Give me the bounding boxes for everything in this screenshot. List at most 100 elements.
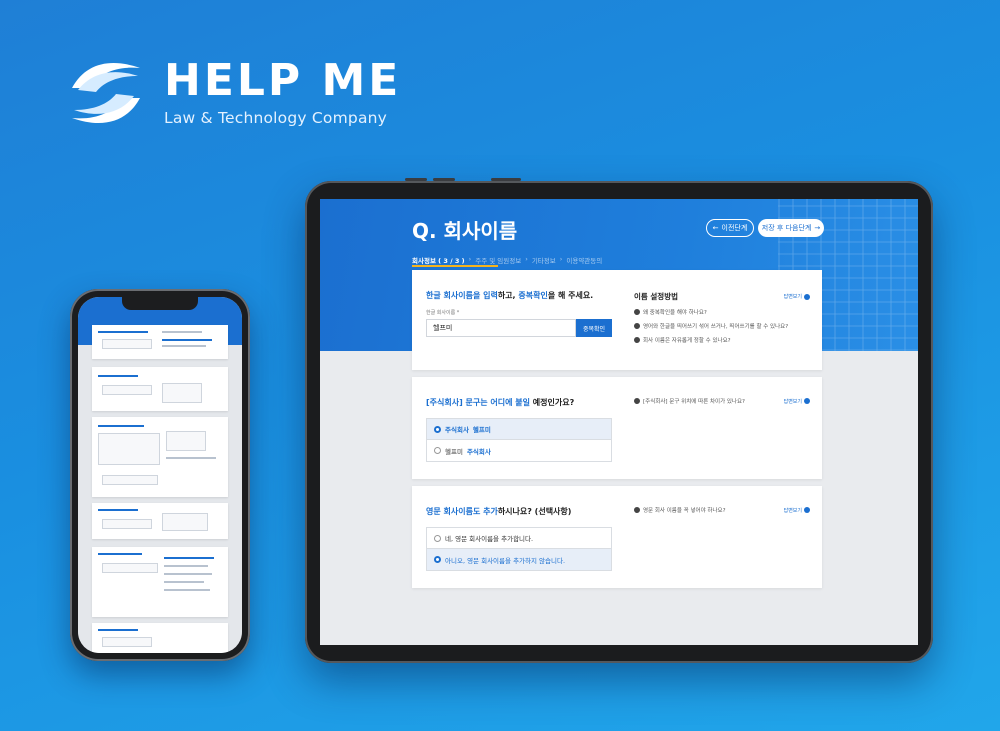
faq-text: 영문 회사 이름을 꼭 넣어야 하나요? [643, 508, 726, 514]
mini-placeholder-box [162, 383, 202, 403]
english-name-card: 영문 회사이름도 추가하시나요? (선택사항) 네, 영문 회사이름을 추가합니… [412, 486, 822, 588]
chevron-down-icon [804, 398, 810, 404]
option-text: 헬프미 [472, 426, 491, 434]
mini-placeholder-line [162, 331, 202, 333]
help-me-logo-icon [72, 62, 140, 124]
corp-position-card: [주식회사] 문구는 어디에 붙일 예정인가요? 주식회사 헬프미 헬프미 주식… [412, 377, 822, 479]
radio-icon [434, 447, 441, 454]
card-question: 영문 회사이름도 추가하시나요? (선택사항) [426, 506, 616, 517]
prev-step-button[interactable]: ← 이전단계 [706, 219, 754, 237]
mini-placeholder-box [102, 475, 158, 485]
question-highlight: 한글 회사이름을 입력 [426, 291, 498, 300]
option-suffix-corp[interactable]: 헬프미 주식회사 [426, 440, 612, 462]
radio-selected-icon [434, 425, 441, 433]
step-item[interactable]: 기타정보 [532, 255, 556, 265]
tablet-power-button [491, 178, 521, 181]
faq-item[interactable]: 영문 회사 이름을 꼭 넣어야 하나요? [634, 506, 726, 514]
step-current[interactable]: 회사정보 ( 3 / 3 ) [412, 255, 465, 265]
mini-card [92, 623, 228, 653]
option-highlight: 주식회사 [445, 426, 469, 434]
card-question: [주식회사] 문구는 어디에 붙일 예정인가요? [426, 397, 616, 408]
tablet-volume-button [433, 178, 455, 181]
chevron-down-icon [804, 507, 810, 513]
company-name-input[interactable] [426, 319, 576, 337]
radio-selected-icon [434, 556, 441, 563]
see-answer-link[interactable]: 답변보기 [784, 507, 810, 514]
mini-placeholder-line [164, 565, 208, 567]
mini-placeholder-line [98, 629, 138, 631]
tablet-volume-button [405, 178, 427, 181]
mini-placeholder-box [98, 433, 160, 465]
step-breadcrumb: 회사정보 ( 3 / 3 ) › 주주 및 임원정보 › 기타정보 › 이용약관… [412, 255, 602, 265]
mini-placeholder-box [102, 637, 152, 647]
faq-bullet-icon [634, 337, 640, 343]
phone-notch [122, 297, 198, 310]
step-item[interactable]: 주주 및 임원정보 [475, 255, 521, 265]
mini-placeholder-line [98, 553, 142, 555]
question-highlight: 중복확인 [518, 291, 548, 300]
mini-card [92, 547, 228, 617]
see-answer-label: 답변보기 [783, 507, 802, 514]
faq-bullet-icon [634, 309, 640, 315]
tablet-device: Q. 회사이름 ← 이전단계 저장 후 다음단계 → 회사정보 ( 3 / 3 … [305, 178, 933, 663]
card-question: 한글 회사이름을 입력하고, 중복확인을 해 주세요. [426, 290, 616, 301]
mini-placeholder-line [164, 589, 210, 591]
see-answer-label: 답변보기 [783, 398, 802, 405]
mini-placeholder-line [98, 425, 144, 427]
question-text: 하고, [497, 291, 519, 300]
duplicate-check-button[interactable]: 중복확인 [576, 319, 612, 337]
option-text: 아니오, 영문 회사이름을 추가하지 않습니다. [445, 556, 566, 565]
arrow-left-icon: ← [712, 224, 719, 232]
faq-item[interactable]: 영어와 한글을 띄어쓰기 섞어 쓰거나, 띄어쓰기를 할 수 있나요? [634, 322, 810, 330]
prev-step-label: 이전단계 [721, 224, 748, 232]
faq-item[interactable]: 왜 중복확인을 해야 하나요? [634, 308, 810, 316]
faq-text: 회사 이름은 자유롭게 정할 수 있나요? [643, 338, 731, 344]
option-highlight: 주식회사 [466, 447, 491, 456]
mini-placeholder-line [164, 581, 204, 583]
option-text: 헬프미 [445, 447, 463, 456]
mini-card [92, 325, 228, 359]
option-prefix-corp[interactable]: 주식회사 헬프미 [426, 418, 612, 440]
radio-icon [434, 534, 441, 542]
faq-bullet-icon [634, 507, 640, 513]
phone-device [70, 289, 250, 661]
option-add-english[interactable]: 네, 영문 회사이름을 추가합니다. [426, 527, 612, 549]
faq-item[interactable]: [주식회사] 문구 위치에 따른 차이가 있나요? [634, 397, 745, 405]
faq-bullet-icon [634, 398, 640, 404]
mini-placeholder-box [102, 385, 152, 395]
mini-placeholder-line [164, 557, 214, 559]
mini-card [92, 367, 228, 411]
mini-card [92, 503, 228, 539]
option-no-english[interactable]: 아니오, 영문 회사이름을 추가하지 않습니다. [426, 549, 612, 571]
option-text: 네, 영문 회사이름을 추가합니다. [445, 535, 534, 543]
see-answer-label: 답변보기 [783, 294, 802, 300]
mini-placeholder-box [102, 339, 152, 349]
see-answer-link[interactable]: 답변보기 [784, 398, 810, 405]
page-title: Q. 회사이름 [412, 219, 518, 243]
mini-placeholder-box [166, 431, 206, 451]
mini-placeholder-box [102, 519, 152, 529]
faq-text: [주식회사] 문구 위치에 따른 차이가 있나요? [643, 399, 745, 405]
save-next-label: 저장 후 다음단계 [761, 224, 812, 232]
mini-placeholder-line [98, 509, 138, 511]
step-item[interactable]: 이용약관동의 [566, 255, 602, 265]
question-text: 을 해 주세요. [547, 291, 594, 300]
brand: HELP ME Law & Technology Company [66, 58, 401, 128]
mini-placeholder-line [166, 457, 216, 459]
faq-item[interactable]: 회사 이름은 자유롭게 정할 수 있나요? [634, 336, 810, 344]
mini-card [92, 417, 228, 497]
help-title: 이름 설정방법 [634, 292, 679, 301]
brand-tagline: Law & Technology Company [164, 109, 388, 127]
mini-placeholder-line [164, 573, 212, 575]
mini-placeholder-line [98, 375, 138, 377]
step-progress-underline [412, 265, 498, 267]
save-next-button[interactable]: 저장 후 다음단계 → [758, 219, 824, 237]
mini-placeholder-line [162, 345, 206, 347]
chevron-right-icon: › [559, 255, 563, 263]
chevron-right-icon: › [525, 255, 528, 263]
mini-placeholder-box [102, 563, 158, 573]
field-label: 한글 회사이름 * [426, 310, 460, 316]
see-answer-link[interactable]: 답변보기 [784, 293, 810, 300]
question-text: 하시나요? (선택사항) [497, 507, 572, 516]
question-highlight: 영문 회사이름도 추가 [426, 507, 498, 516]
